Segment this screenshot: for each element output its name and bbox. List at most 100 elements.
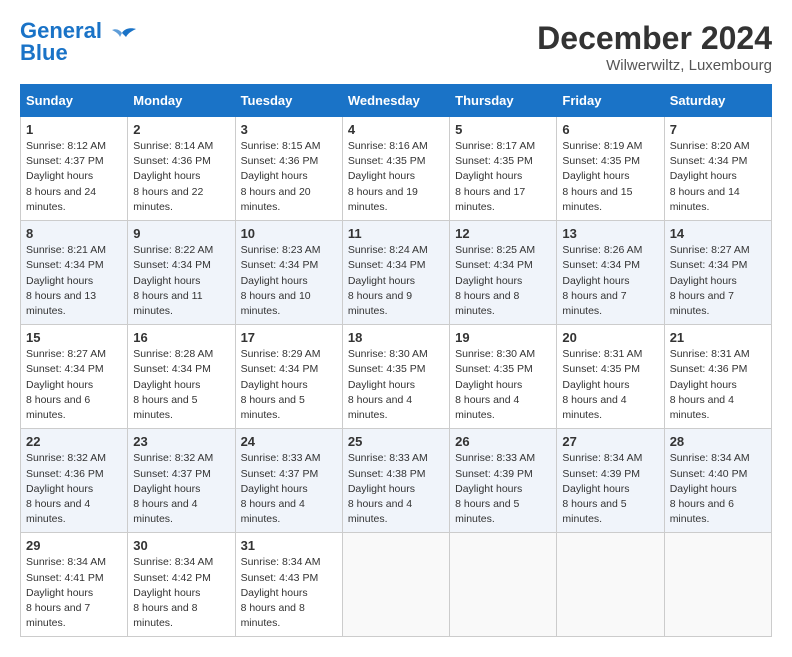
calendar-cell: 23 Sunrise: 8:32 AMSunset: 4:37 PMDaylig… (128, 429, 235, 533)
day-info: Sunrise: 8:16 AMSunset: 4:35 PMDaylight … (348, 139, 444, 215)
day-number: 6 (562, 122, 658, 137)
day-number: 11 (348, 226, 444, 241)
day-info: Sunrise: 8:12 AMSunset: 4:37 PMDaylight … (26, 139, 122, 215)
calendar-cell: 16 Sunrise: 8:28 AMSunset: 4:34 PMDaylig… (128, 325, 235, 429)
day-info: Sunrise: 8:32 AMSunset: 4:37 PMDaylight … (133, 451, 229, 527)
day-number: 14 (670, 226, 766, 241)
day-info: Sunrise: 8:30 AMSunset: 4:35 PMDaylight … (455, 347, 551, 423)
calendar-cell: 20 Sunrise: 8:31 AMSunset: 4:35 PMDaylig… (557, 325, 664, 429)
calendar-cell: 7 Sunrise: 8:20 AMSunset: 4:34 PMDayligh… (664, 117, 771, 221)
column-header-tuesday: Tuesday (235, 85, 342, 117)
day-number: 29 (26, 538, 122, 553)
logo-text: GeneralBlue (20, 20, 102, 64)
day-info: Sunrise: 8:32 AMSunset: 4:36 PMDaylight … (26, 451, 122, 527)
day-number: 31 (241, 538, 337, 553)
calendar-table: SundayMondayTuesdayWednesdayThursdayFrid… (20, 84, 772, 637)
page-header: GeneralBlue December 2024 Wilwerwiltz, L… (20, 20, 772, 74)
calendar-cell: 14 Sunrise: 8:27 AMSunset: 4:34 PMDaylig… (664, 221, 771, 325)
day-number: 3 (241, 122, 337, 137)
day-number: 26 (455, 434, 551, 449)
calendar-week-row: 29 Sunrise: 8:34 AMSunset: 4:41 PMDaylig… (21, 533, 772, 637)
day-info: Sunrise: 8:33 AMSunset: 4:37 PMDaylight … (241, 451, 337, 527)
day-number: 13 (562, 226, 658, 241)
day-number: 19 (455, 330, 551, 345)
calendar-cell: 18 Sunrise: 8:30 AMSunset: 4:35 PMDaylig… (342, 325, 449, 429)
day-number: 1 (26, 122, 122, 137)
day-number: 20 (562, 330, 658, 345)
calendar-cell: 29 Sunrise: 8:34 AMSunset: 4:41 PMDaylig… (21, 533, 128, 637)
calendar-cell: 2 Sunrise: 8:14 AMSunset: 4:36 PMDayligh… (128, 117, 235, 221)
day-number: 5 (455, 122, 551, 137)
day-info: Sunrise: 8:34 AMSunset: 4:42 PMDaylight … (133, 555, 229, 631)
day-info: Sunrise: 8:33 AMSunset: 4:38 PMDaylight … (348, 451, 444, 527)
day-number: 15 (26, 330, 122, 345)
day-number: 12 (455, 226, 551, 241)
day-info: Sunrise: 8:23 AMSunset: 4:34 PMDaylight … (241, 243, 337, 319)
day-number: 24 (241, 434, 337, 449)
day-number: 23 (133, 434, 229, 449)
calendar-cell: 5 Sunrise: 8:17 AMSunset: 4:35 PMDayligh… (450, 117, 557, 221)
calendar-cell: 12 Sunrise: 8:25 AMSunset: 4:34 PMDaylig… (450, 221, 557, 325)
day-info: Sunrise: 8:20 AMSunset: 4:34 PMDaylight … (670, 139, 766, 215)
day-info: Sunrise: 8:25 AMSunset: 4:34 PMDaylight … (455, 243, 551, 319)
day-info: Sunrise: 8:29 AMSunset: 4:34 PMDaylight … (241, 347, 337, 423)
day-info: Sunrise: 8:30 AMSunset: 4:35 PMDaylight … (348, 347, 444, 423)
day-number: 9 (133, 226, 229, 241)
calendar-cell: 28 Sunrise: 8:34 AMSunset: 4:40 PMDaylig… (664, 429, 771, 533)
column-header-sunday: Sunday (21, 85, 128, 117)
column-header-friday: Friday (557, 85, 664, 117)
calendar-cell: 13 Sunrise: 8:26 AMSunset: 4:34 PMDaylig… (557, 221, 664, 325)
day-info: Sunrise: 8:22 AMSunset: 4:34 PMDaylight … (133, 243, 229, 319)
day-info: Sunrise: 8:31 AMSunset: 4:35 PMDaylight … (562, 347, 658, 423)
calendar-header-row: SundayMondayTuesdayWednesdayThursdayFrid… (21, 85, 772, 117)
day-number: 4 (348, 122, 444, 137)
calendar-cell: 3 Sunrise: 8:15 AMSunset: 4:36 PMDayligh… (235, 117, 342, 221)
column-header-monday: Monday (128, 85, 235, 117)
calendar-cell: 9 Sunrise: 8:22 AMSunset: 4:34 PMDayligh… (128, 221, 235, 325)
day-number: 30 (133, 538, 229, 553)
calendar-cell: 21 Sunrise: 8:31 AMSunset: 4:36 PMDaylig… (664, 325, 771, 429)
month-title: December 2024 (537, 20, 772, 57)
calendar-cell: 31 Sunrise: 8:34 AMSunset: 4:43 PMDaylig… (235, 533, 342, 637)
day-info: Sunrise: 8:27 AMSunset: 4:34 PMDaylight … (26, 347, 122, 423)
day-info: Sunrise: 8:28 AMSunset: 4:34 PMDaylight … (133, 347, 229, 423)
calendar-week-row: 8 Sunrise: 8:21 AMSunset: 4:34 PMDayligh… (21, 221, 772, 325)
day-number: 27 (562, 434, 658, 449)
day-info: Sunrise: 8:14 AMSunset: 4:36 PMDaylight … (133, 139, 229, 215)
day-number: 18 (348, 330, 444, 345)
calendar-cell: 6 Sunrise: 8:19 AMSunset: 4:35 PMDayligh… (557, 117, 664, 221)
calendar-cell: 27 Sunrise: 8:34 AMSunset: 4:39 PMDaylig… (557, 429, 664, 533)
calendar-cell: 10 Sunrise: 8:23 AMSunset: 4:34 PMDaylig… (235, 221, 342, 325)
day-info: Sunrise: 8:31 AMSunset: 4:36 PMDaylight … (670, 347, 766, 423)
calendar-cell: 22 Sunrise: 8:32 AMSunset: 4:36 PMDaylig… (21, 429, 128, 533)
day-info: Sunrise: 8:33 AMSunset: 4:39 PMDaylight … (455, 451, 551, 527)
day-info: Sunrise: 8:24 AMSunset: 4:34 PMDaylight … (348, 243, 444, 319)
day-number: 28 (670, 434, 766, 449)
calendar-cell: 11 Sunrise: 8:24 AMSunset: 4:34 PMDaylig… (342, 221, 449, 325)
calendar-week-row: 15 Sunrise: 8:27 AMSunset: 4:34 PMDaylig… (21, 325, 772, 429)
calendar-cell: 30 Sunrise: 8:34 AMSunset: 4:42 PMDaylig… (128, 533, 235, 637)
day-number: 8 (26, 226, 122, 241)
column-header-saturday: Saturday (664, 85, 771, 117)
calendar-cell: 1 Sunrise: 8:12 AMSunset: 4:37 PMDayligh… (21, 117, 128, 221)
calendar-cell (450, 533, 557, 637)
calendar-cell: 4 Sunrise: 8:16 AMSunset: 4:35 PMDayligh… (342, 117, 449, 221)
calendar-week-row: 22 Sunrise: 8:32 AMSunset: 4:36 PMDaylig… (21, 429, 772, 533)
calendar-cell (664, 533, 771, 637)
day-info: Sunrise: 8:34 AMSunset: 4:40 PMDaylight … (670, 451, 766, 527)
calendar-cell: 15 Sunrise: 8:27 AMSunset: 4:34 PMDaylig… (21, 325, 128, 429)
calendar-cell: 24 Sunrise: 8:33 AMSunset: 4:37 PMDaylig… (235, 429, 342, 533)
day-info: Sunrise: 8:34 AMSunset: 4:41 PMDaylight … (26, 555, 122, 631)
calendar-cell: 25 Sunrise: 8:33 AMSunset: 4:38 PMDaylig… (342, 429, 449, 533)
calendar-cell: 17 Sunrise: 8:29 AMSunset: 4:34 PMDaylig… (235, 325, 342, 429)
day-number: 17 (241, 330, 337, 345)
day-number: 16 (133, 330, 229, 345)
calendar-cell: 26 Sunrise: 8:33 AMSunset: 4:39 PMDaylig… (450, 429, 557, 533)
day-info: Sunrise: 8:19 AMSunset: 4:35 PMDaylight … (562, 139, 658, 215)
day-info: Sunrise: 8:26 AMSunset: 4:34 PMDaylight … (562, 243, 658, 319)
day-number: 21 (670, 330, 766, 345)
day-info: Sunrise: 8:21 AMSunset: 4:34 PMDaylight … (26, 243, 122, 319)
day-info: Sunrise: 8:27 AMSunset: 4:34 PMDaylight … (670, 243, 766, 319)
logo-bird-icon (106, 25, 138, 49)
day-info: Sunrise: 8:34 AMSunset: 4:39 PMDaylight … (562, 451, 658, 527)
